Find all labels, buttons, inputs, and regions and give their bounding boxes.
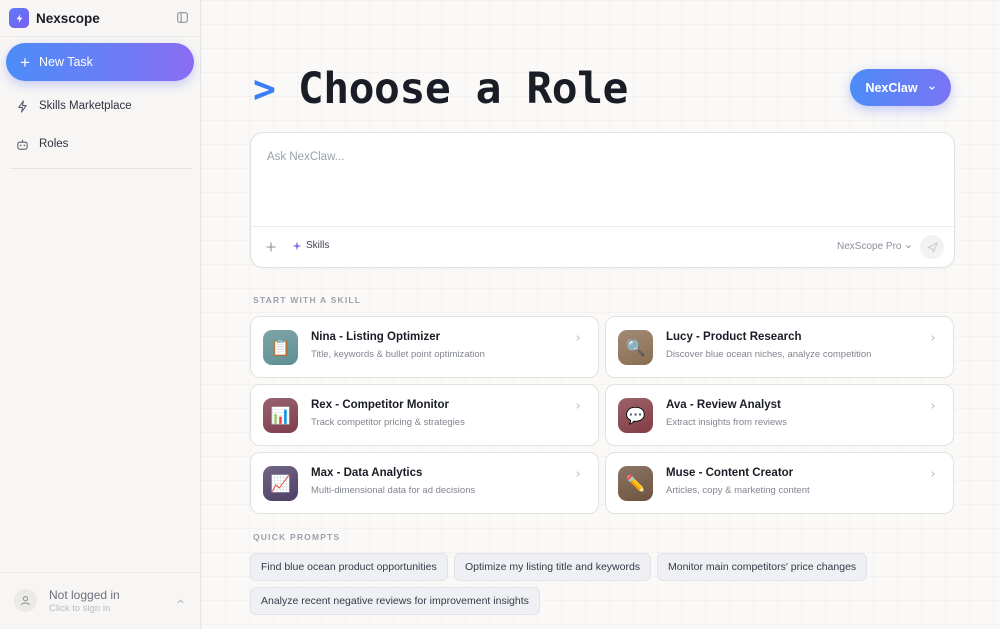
new-task-label: New Task — [38, 55, 93, 69]
quick-prompt-chip[interactable]: Find blue ocean product opportunities — [250, 553, 448, 581]
pencil-icon: ✏️ — [618, 466, 653, 501]
chevron-right-icon — [931, 471, 935, 477]
chevron-down-icon — [928, 85, 935, 90]
send-button[interactable] — [920, 235, 944, 259]
role-description: Multi-dimensional data for ad decisions — [311, 485, 476, 496]
chevron-right-icon — [931, 335, 935, 341]
role-name: Rex - Competitor Monitor — [311, 399, 449, 411]
skills-button[interactable]: Skills — [292, 240, 329, 251]
brand[interactable]: Nexscope — [9, 8, 100, 28]
section-heading: START WITH A SKILL — [253, 295, 362, 305]
plus-icon: + — [20, 52, 30, 72]
chevron-right-icon — [576, 403, 580, 409]
chevron-right-icon — [931, 403, 935, 409]
role-card[interactable]: ✏️ Muse - Content Creator Articles, copy &… — [605, 452, 954, 514]
user-menu[interactable]: Not logged in Click to sign in — [0, 572, 200, 629]
user-status: Not logged in — [49, 588, 120, 602]
magnifier-icon: 🔍 — [618, 330, 653, 365]
bolt-icon — [18, 99, 27, 113]
sidebar-item-roles[interactable]: Roles — [16, 134, 68, 154]
chevron-up-icon — [177, 599, 184, 604]
role-description: Track competitor pricing & strategies — [311, 417, 465, 428]
divider — [251, 226, 954, 227]
role-description: Articles, copy & marketing content — [666, 485, 810, 496]
role-name: Ava - Review Analyst — [666, 399, 781, 411]
role-description: Extract insights from reviews — [666, 417, 787, 428]
divider — [10, 168, 192, 169]
chevron-down-icon — [906, 245, 912, 249]
new-task-button[interactable]: + New Task — [6, 43, 194, 81]
robot-icon — [17, 139, 28, 150]
role-card[interactable]: 💬 Ava - Review Analyst Extract insights fr… — [605, 384, 954, 446]
sidebar: Nexscope + New Task Skills Marketplace R… — [0, 0, 201, 629]
send-icon — [926, 241, 938, 253]
clipboard-icon: 📋 — [263, 330, 298, 365]
role-card[interactable]: 📊 Rex - Competitor Monitor Track competito… — [250, 384, 599, 446]
model-label: NexScope Pro — [837, 241, 902, 252]
prompt-symbol: > — [253, 67, 276, 111]
chevron-right-icon — [576, 471, 580, 477]
line-chart-icon: 📈 — [263, 466, 298, 501]
model-select[interactable]: NexScope Pro — [837, 241, 912, 252]
user-icon — [21, 596, 30, 606]
bar-chart-icon: 📊 — [263, 398, 298, 433]
sign-in-hint: Click to sign in — [49, 603, 111, 614]
role-name: Lucy - Product Research — [666, 331, 802, 343]
divider — [0, 36, 200, 37]
quick-prompt-chip[interactable]: Monitor main competitors' price changes — [657, 553, 868, 581]
agent-select-button[interactable]: NexClaw — [850, 69, 951, 106]
sidebar-toggle-icon[interactable] — [177, 12, 188, 23]
role-name: Nina - Listing Optimizer — [311, 331, 441, 343]
speech-bubble-icon: 💬 — [618, 398, 653, 433]
role-name: Max - Data Analytics — [311, 467, 423, 479]
role-card[interactable]: 🔍 Lucy - Product Research Discover blue oc… — [605, 316, 954, 378]
composer: Skills NexScope Pro — [250, 132, 955, 268]
skills-label: Skills — [306, 240, 330, 251]
role-description: Discover blue ocean niches, analyze comp… — [666, 349, 872, 360]
brand-logo-icon — [9, 8, 29, 28]
sidebar-item-skills-marketplace[interactable]: Skills Marketplace — [16, 96, 132, 116]
sidebar-item-label: Skills Marketplace — [39, 100, 132, 112]
main-panel: > Choose a Role NexClaw Skills NexScope … — [201, 0, 1000, 629]
add-attachment-icon[interactable] — [265, 241, 277, 253]
page-title: Choose a Role — [297, 64, 629, 114]
role-description: Title, keywords & bullet point optimizat… — [311, 349, 485, 360]
quick-prompt-chip[interactable]: Analyze recent negative reviews for impr… — [250, 587, 540, 615]
page-header: > Choose a Role — [253, 64, 628, 114]
quick-prompt-chip[interactable]: Optimize my listing title and keywords — [454, 553, 652, 581]
sparkle-icon — [292, 241, 302, 250]
role-card[interactable]: 📈 Max - Data Analytics Multi-dimensional d… — [250, 452, 599, 514]
agent-select-label: NexClaw — [865, 80, 918, 95]
prompt-input[interactable] — [267, 151, 937, 221]
chevron-right-icon — [576, 335, 580, 341]
brand-name: Nexscope — [36, 10, 100, 26]
section-heading: QUICK PROMPTS — [253, 532, 341, 542]
role-card[interactable]: 📋 Nina - Listing Optimizer Title, keywords… — [250, 316, 599, 378]
sidebar-item-label: Roles — [39, 138, 69, 150]
avatar — [14, 589, 37, 612]
role-name: Muse - Content Creator — [666, 467, 794, 479]
